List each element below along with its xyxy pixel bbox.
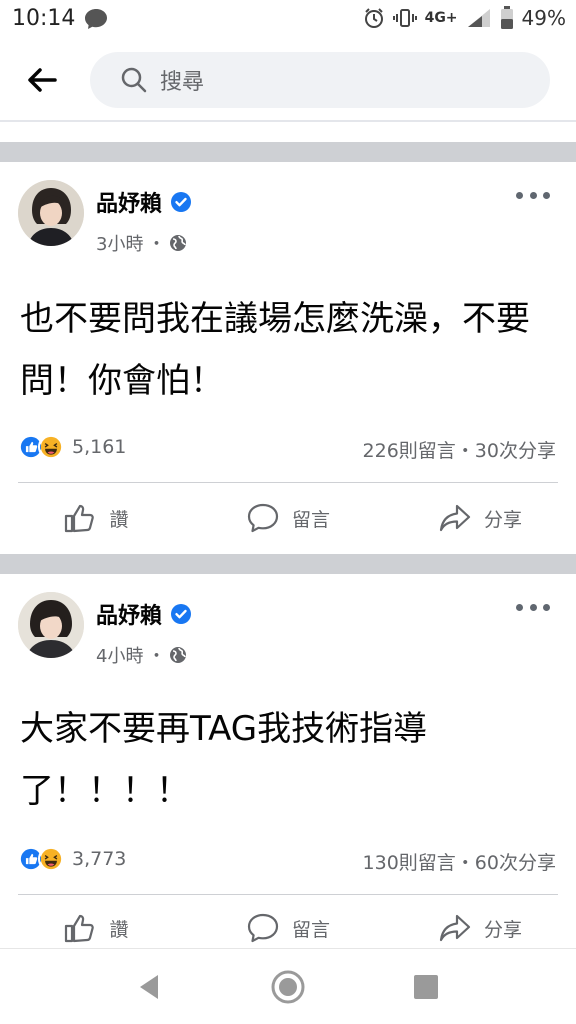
reactions-summary[interactable]: 3,773 [18,846,126,872]
action-divider [18,894,558,895]
globe-icon [170,235,187,251]
search-icon [121,67,147,93]
like-button[interactable]: 讚 [0,907,192,949]
post-time[interactable]: 3小時 [96,230,143,256]
feed-separator [0,142,576,162]
thumbs-up-icon [65,504,95,533]
alarm-icon [364,8,383,28]
more-options-button[interactable] [516,188,550,202]
status-icons: 4G+ 49% [363,6,566,30]
nav-home-icon[interactable] [270,969,306,1005]
feed-post: 品妤賴 3小時 ・ 也不要問我在議場怎麼洗澡，不要問！你會怕！ 5,161 22… [0,162,576,554]
like-button[interactable]: 讚 [0,493,192,543]
avatar[interactable] [18,180,84,246]
share-button[interactable]: 分享 [384,493,576,543]
share-icon [439,504,471,532]
avatar-image [18,592,84,658]
system-navigation-bar [0,948,576,1024]
more-icon [516,191,523,199]
engagement-summary[interactable]: 226則留言・30次分享 [363,436,556,463]
post-meta: 3小時 ・ [96,230,187,256]
nav-back-icon[interactable] [136,973,162,1001]
reaction-count: 5,161 [72,436,127,458]
post-meta: 4小時 ・ [96,642,187,668]
vibrate-icon [392,9,417,27]
comment-icon [247,913,279,943]
reactions-summary[interactable]: 5,161 [18,434,126,460]
back-arrow-icon [28,68,57,92]
status-bar: 10:14 4G+ 49% [0,0,576,40]
post-author[interactable]: 品妤賴 [96,598,192,630]
comment-icon [247,503,279,533]
meta-dot: ・ [147,234,166,255]
search-input[interactable]: 搜尋 [90,52,550,108]
post-time[interactable]: 4小時 [96,642,143,668]
like-label: 讚 [109,918,129,941]
avatar-image [18,180,84,246]
more-options-button[interactable] [516,600,550,614]
globe-icon [170,647,187,663]
battery-percentage: 49% [521,6,566,30]
author-name[interactable]: 品妤賴 [96,186,162,218]
comment-button[interactable]: 留言 [192,493,384,543]
post-text: 大家不要再TAG我技術指導了！！！！ [20,709,428,811]
previous-post-edge [0,122,576,142]
battery-icon [500,6,513,29]
status-time: 10:14 [12,6,76,31]
search-header: 搜尋 [0,40,576,120]
haha-reaction-icon [38,434,64,460]
post-actions: 讚 留言 分享 [0,907,576,949]
signal-icon [467,9,490,27]
search-placeholder: 搜尋 [160,70,205,95]
comment-label: 留言 [291,918,330,941]
haha-reaction-icon [38,846,64,872]
network-type: 4G+ [424,10,458,26]
nav-recents-icon[interactable] [414,975,438,999]
post-actions: 讚 留言 分享 [0,493,576,543]
feed-separator [0,554,576,574]
share-icon [439,914,471,942]
share-button[interactable]: 分享 [384,907,576,949]
share-label: 分享 [483,508,522,531]
verified-badge-icon [171,192,192,212]
thumbs-up-icon [65,914,95,943]
action-divider [18,482,558,483]
messenger-notification-icon [85,9,107,29]
comment-button[interactable]: 留言 [192,907,384,949]
share-label: 分享 [483,918,522,941]
post-author[interactable]: 品妤賴 [96,186,192,218]
meta-dot: ・ [147,646,166,667]
engagement-summary[interactable]: 130則留言・60次分享 [363,848,556,875]
back-button[interactable] [22,62,62,98]
feed-post: 品妤賴 4小時 ・ 大家不要再TAG我技術指導了！！！！ 3,773 130則留… [0,574,576,948]
post-text: 也不要問我在議場怎麼洗澡，不要問！你會怕！ [20,299,530,401]
like-label: 讚 [109,508,129,531]
reaction-count: 3,773 [72,848,127,870]
avatar[interactable] [18,592,84,658]
author-name[interactable]: 品妤賴 [96,598,162,630]
comment-label: 留言 [291,508,330,531]
verified-badge-icon [171,604,192,624]
more-icon [516,603,523,611]
